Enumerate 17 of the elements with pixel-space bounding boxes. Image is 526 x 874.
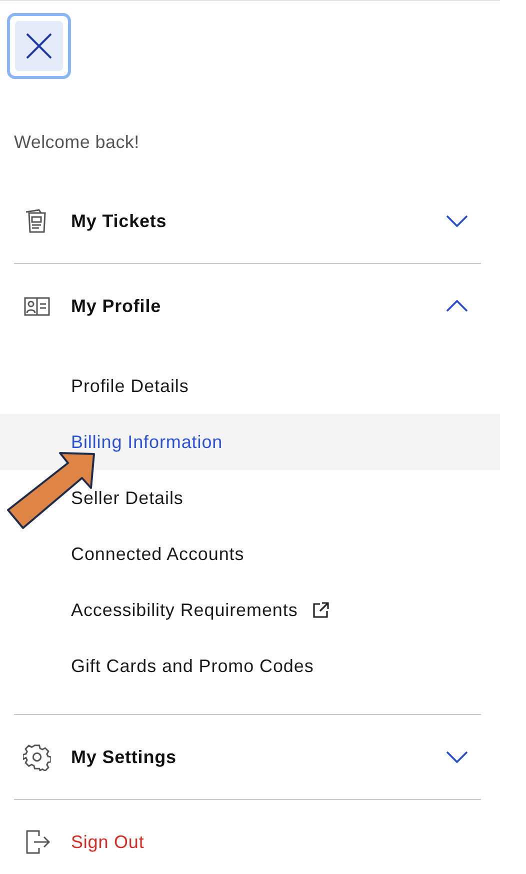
submenu-link[interactable]: Gift Cards and Promo Codes xyxy=(71,656,314,676)
close-icon xyxy=(26,33,52,59)
submenu-link[interactable]: Connected Accounts xyxy=(71,544,244,564)
menu-section-title[interactable]: My Profile xyxy=(71,296,446,316)
submenu-link[interactable]: Accessibility Requirements xyxy=(71,600,298,620)
submenu-link[interactable]: Billing Information xyxy=(71,432,223,452)
chevron-down-icon xyxy=(446,215,468,227)
menu-section-title[interactable]: My Tickets xyxy=(71,210,446,232)
chevron-down-icon xyxy=(446,751,468,763)
close-button[interactable] xyxy=(7,13,71,79)
welcome-text: Welcome back! xyxy=(14,131,140,154)
submenu-link[interactable]: Seller Details xyxy=(71,488,184,508)
menu-section-title[interactable]: Sign Out xyxy=(71,832,468,852)
menu-section-title[interactable]: My Settings xyxy=(71,746,446,768)
chevron-up-icon xyxy=(446,300,468,312)
submenu-link[interactable]: Profile Details xyxy=(71,376,189,396)
settings-icon xyxy=(23,743,51,771)
